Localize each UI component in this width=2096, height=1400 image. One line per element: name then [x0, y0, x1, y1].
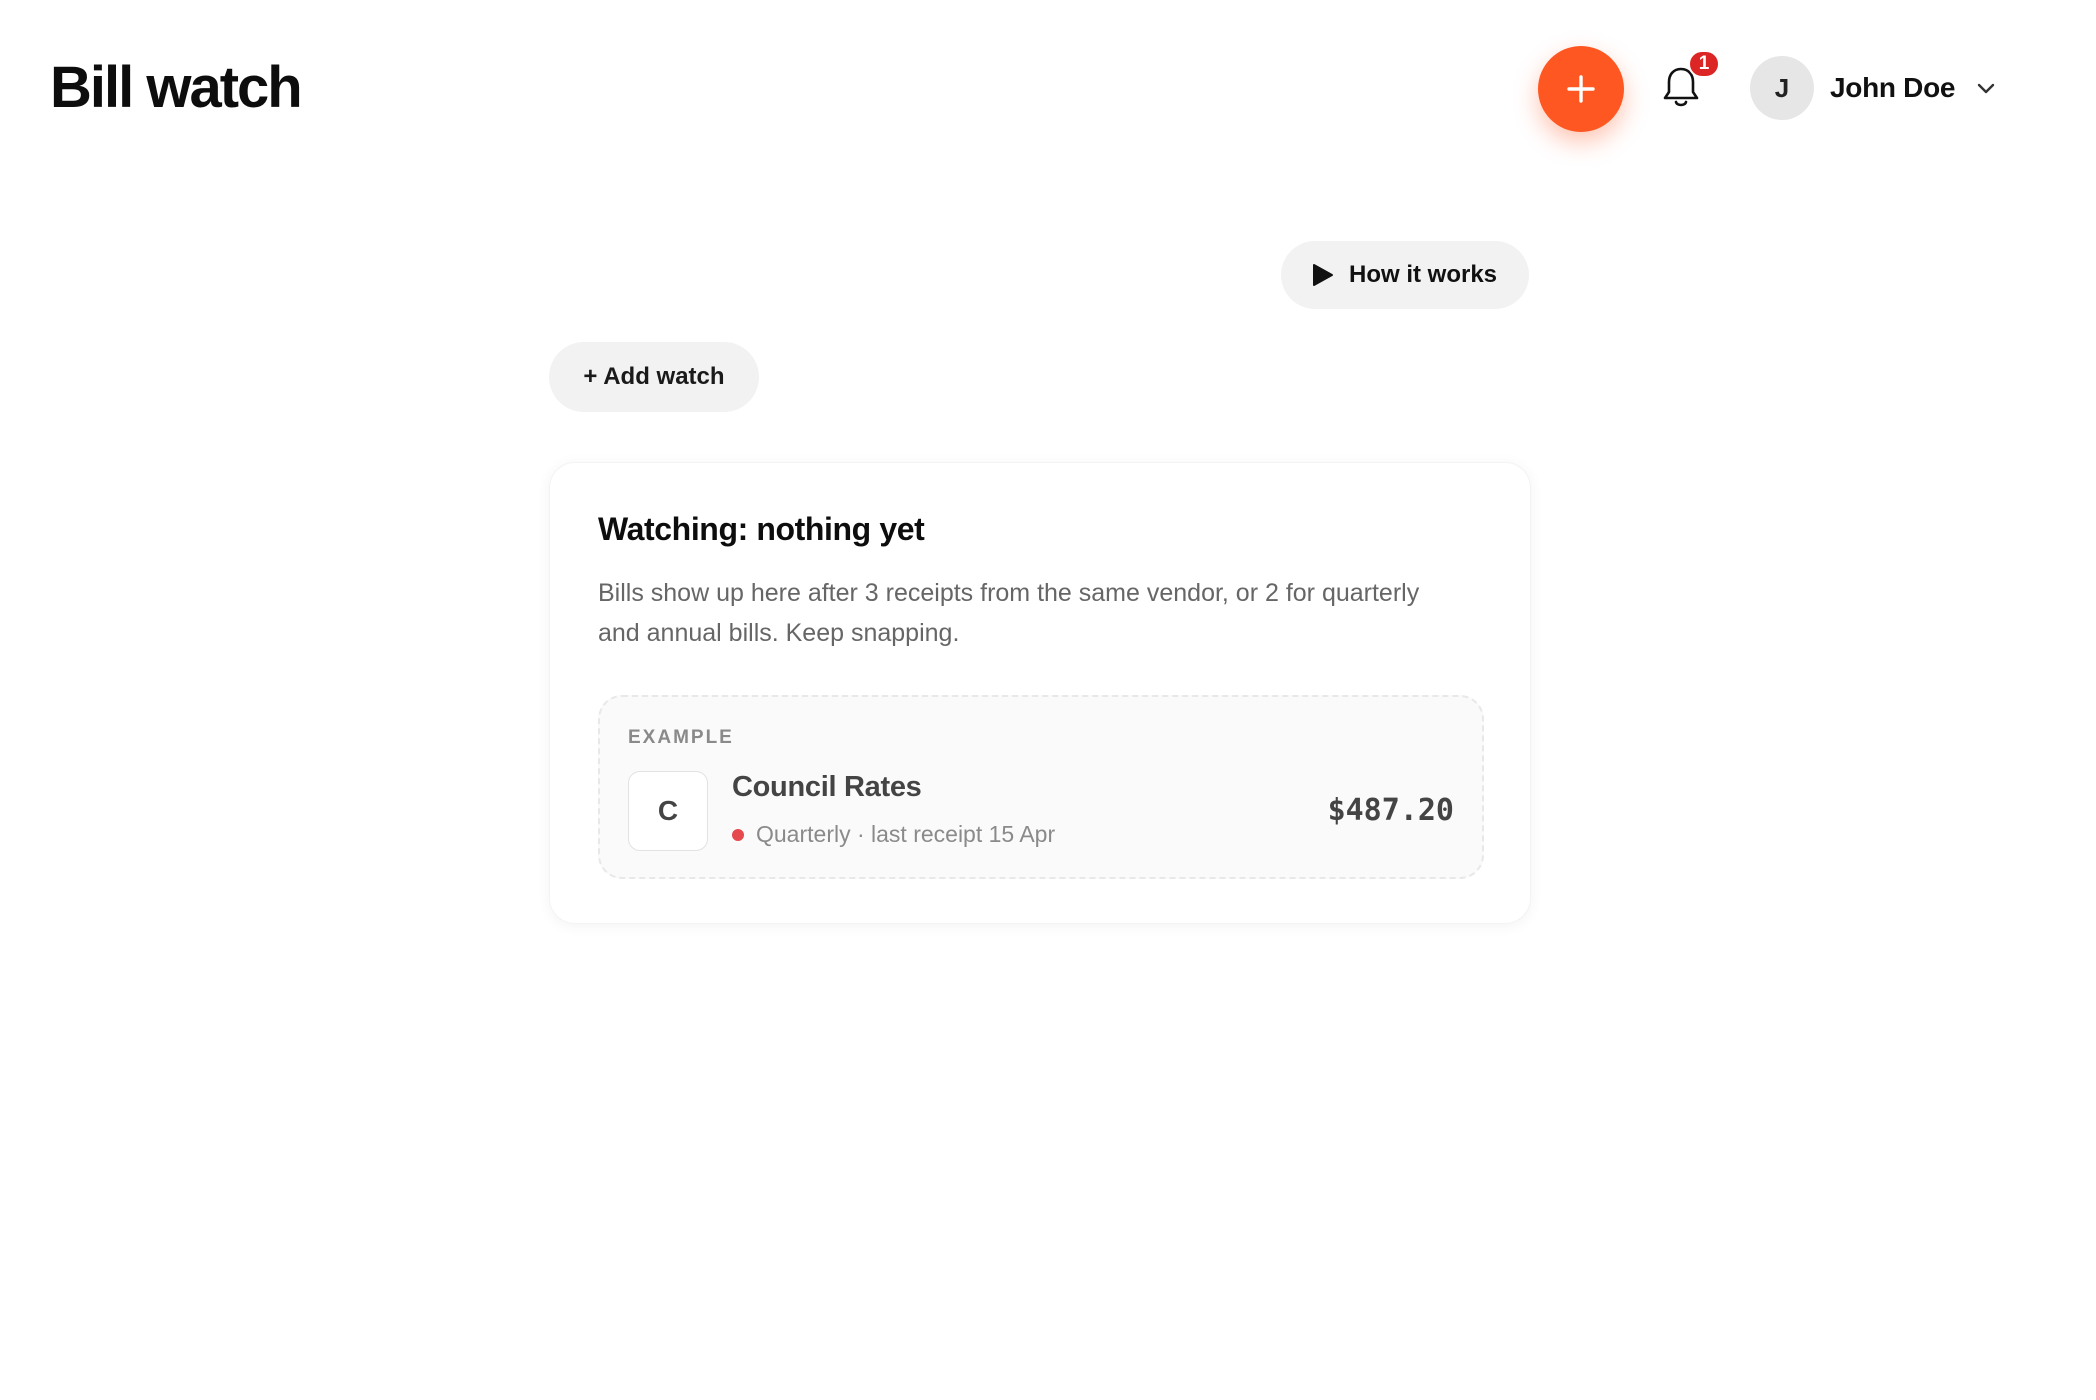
add-button[interactable] [1538, 46, 1624, 132]
watch-card: Watching: nothing yet Bills show up here… [549, 462, 1531, 924]
card-description: Bills show up here after 3 receipts from… [598, 579, 1420, 647]
app-title: Bill watch [50, 55, 303, 120]
avatar: J [1750, 56, 1814, 120]
chevron-down-icon [1975, 77, 1997, 99]
card-title: Watching: nothing yet [598, 511, 925, 547]
example-bill: EXAMPLE C Council Rates Quarterly · last… [598, 695, 1484, 879]
user-menu[interactable]: J John Doe [1750, 56, 1997, 120]
plus-icon [1567, 75, 1595, 103]
status-dot [732, 828, 744, 841]
user-name: John Doe [1830, 72, 1956, 103]
bill-amount: $487.20 [1327, 793, 1454, 828]
vendor-meta: Quarterly · last receipt 15 Apr [732, 821, 1055, 848]
notification-badge: 1 [1688, 50, 1720, 78]
vendor-avatar: C [628, 771, 708, 851]
vendor-meta-text: Quarterly · last receipt 15 Apr [756, 821, 1056, 847]
add-watch-button[interactable]: + Add watch [549, 342, 759, 412]
play-icon [1313, 264, 1333, 286]
example-label: EXAMPLE [628, 727, 734, 748]
app-root: Bill watch 1 J John Doe How it works + A… [0, 0, 2096, 1400]
how-it-works-button[interactable]: How it works [1281, 241, 1529, 309]
how-it-works-label: How it works [1349, 261, 1498, 288]
vendor-name: Council Rates [732, 771, 922, 803]
